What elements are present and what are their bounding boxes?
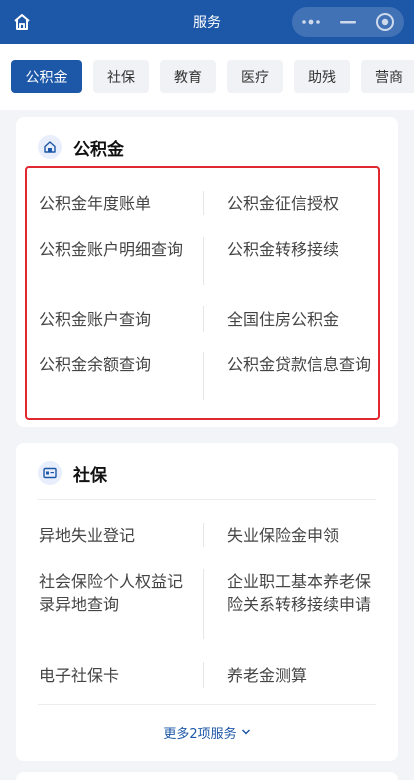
- mini-program-capsule: [292, 7, 404, 37]
- tab-jiaoyu[interactable]: 教育: [160, 60, 216, 93]
- service-item[interactable]: 公积金转移接续: [227, 238, 377, 261]
- card-icon: [38, 461, 62, 485]
- target-close-icon[interactable]: [367, 7, 404, 37]
- category-tab-bar: 公积金 社保 教育 医疗 助残 营商: [0, 44, 414, 110]
- column-divider: [203, 662, 204, 688]
- page-title: 服务: [193, 15, 221, 31]
- service-item[interactable]: 全国住房公积金: [227, 308, 377, 331]
- more-services-link[interactable]: 更多2项服务: [0, 720, 414, 744]
- top-nav-bar: 服务: [0, 0, 414, 44]
- tab-gongjijin[interactable]: 公积金: [11, 60, 82, 93]
- service-item[interactable]: 失业保险金申领: [227, 524, 377, 547]
- section-title: 社保: [73, 465, 107, 486]
- minimize-icon[interactable]: [329, 7, 366, 37]
- column-divider: [203, 237, 204, 285]
- service-item[interactable]: 公积金年度账单: [39, 192, 189, 215]
- column-divider: [203, 352, 204, 400]
- tab-yiliao[interactable]: 医疗: [227, 60, 283, 93]
- section-header: 公积金: [38, 133, 124, 161]
- service-item[interactable]: 公积金征信授权: [227, 192, 377, 215]
- service-item[interactable]: 公积金账户明细查询: [39, 238, 187, 261]
- chevron-down-icon: [241, 729, 250, 735]
- service-item[interactable]: 社会保险个人权益记录异地查询: [39, 570, 185, 616]
- more-services-label: 更多2项服务: [163, 726, 237, 742]
- gongjijin-section-card: 公积金: [16, 117, 398, 427]
- column-divider: [203, 306, 204, 332]
- section-divider: [38, 704, 376, 705]
- tab-zhucan[interactable]: 助残: [294, 60, 350, 93]
- house-icon: [38, 135, 62, 159]
- service-item[interactable]: 公积金余额查询: [39, 353, 189, 376]
- service-item[interactable]: 养老金测算: [227, 664, 377, 687]
- column-divider: [203, 191, 204, 215]
- tab-yingshang[interactable]: 营商: [361, 60, 414, 93]
- service-item[interactable]: 异地失业登记: [39, 524, 189, 547]
- more-dots-icon[interactable]: [292, 7, 329, 37]
- next-section-card: [16, 772, 398, 780]
- column-divider: [203, 569, 204, 639]
- section-header: 社保: [38, 459, 107, 487]
- column-divider: [203, 523, 204, 547]
- home-icon[interactable]: [10, 10, 34, 34]
- section-title: 公积金: [73, 139, 124, 160]
- section-divider: [38, 499, 376, 500]
- service-item[interactable]: 公积金贷款信息查询: [227, 353, 372, 376]
- service-item[interactable]: 公积金账户查询: [39, 308, 189, 331]
- tab-shebao[interactable]: 社保: [93, 60, 149, 93]
- service-item[interactable]: 电子社保卡: [39, 664, 189, 687]
- service-item[interactable]: 企业职工基本养老保险关系转移接续申请: [227, 570, 373, 616]
